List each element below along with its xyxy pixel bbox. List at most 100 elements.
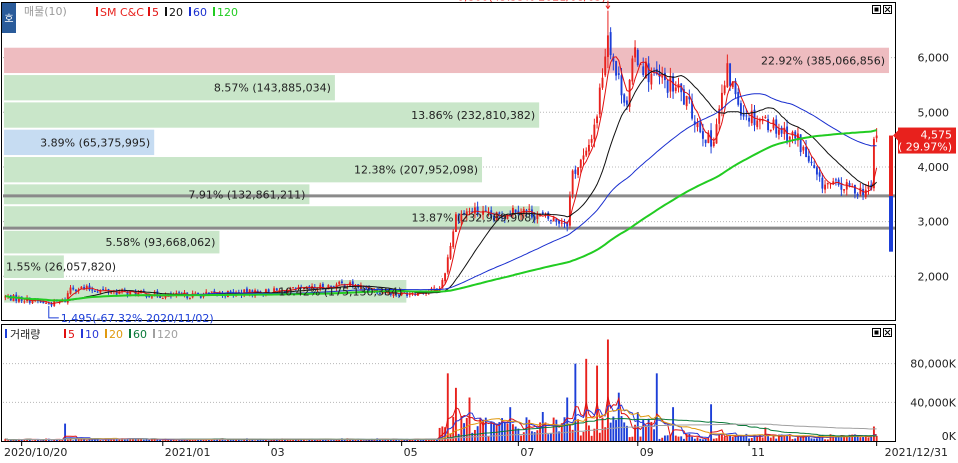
volume-bar — [175, 440, 178, 441]
volume-bar — [536, 430, 539, 441]
candle-body — [601, 77, 604, 88]
volume-bar — [767, 436, 770, 441]
candle-body — [805, 147, 808, 158]
volume-bar — [707, 438, 710, 441]
low-annotation: 1,495(-67.32% 2020/11/02) — [61, 312, 214, 325]
candle-body — [625, 100, 628, 105]
volume-bar — [574, 363, 577, 441]
candle-body — [636, 49, 639, 66]
volume-bar — [397, 440, 400, 441]
candle-body — [623, 94, 626, 103]
current-price-tag: 4,575 ( 29.97%) — [893, 127, 956, 154]
candle-body — [549, 219, 552, 221]
legend-item: 20 — [169, 6, 183, 19]
stock-chart-window: 22.92% (385,066,856) 8.57% (143,885,034) 1… — [0, 0, 958, 459]
candle-body — [799, 134, 802, 153]
volume-tick-label: 80,000K — [910, 358, 956, 371]
volume-bar — [66, 439, 69, 441]
candle-body — [433, 287, 436, 289]
volume-bar — [663, 435, 666, 441]
date-axis: 2020/10/20 2021/01 03 05 07 09 11 2021/12/31 — [4, 442, 948, 459]
date-label: 05 — [404, 446, 418, 459]
candle-body — [813, 165, 816, 169]
candle-body — [31, 301, 34, 304]
volume-bar — [39, 440, 42, 441]
volume-bar — [715, 438, 718, 441]
candle-body — [446, 257, 449, 273]
candle-body — [148, 296, 151, 298]
volume-bar — [628, 437, 631, 441]
volume-bar — [756, 436, 759, 441]
volume-bar — [305, 440, 308, 441]
volume-bar — [148, 439, 151, 441]
volume-bar — [555, 419, 558, 441]
volume-bar — [655, 373, 658, 441]
volume-bar — [520, 435, 523, 441]
volume-legend-item: 10 — [85, 328, 99, 341]
volume-bar — [156, 439, 159, 441]
volume-bar — [31, 440, 34, 441]
volume-bar — [748, 438, 751, 441]
candle-body — [579, 159, 582, 168]
candle-body — [80, 286, 83, 289]
date-label: 11 — [751, 446, 765, 459]
candle-body — [821, 177, 824, 189]
price-axis: 2,000 3,000 4,000 5,000 6,000 — [918, 52, 950, 284]
volume-tick-label: 40,000K — [910, 396, 956, 409]
volume-bar — [845, 437, 848, 441]
volume-bar — [85, 440, 88, 441]
volume-bar — [267, 440, 270, 441]
candle-body — [631, 58, 634, 82]
candle-body — [739, 103, 742, 116]
candle-body — [229, 291, 232, 293]
candle-body — [449, 245, 452, 259]
candle-body — [568, 195, 571, 226]
candle-body — [666, 80, 669, 93]
volume-bar — [696, 437, 699, 441]
volume-bar — [682, 438, 685, 441]
volume-bar — [639, 436, 642, 441]
price-tick-label: 5,000 — [918, 106, 950, 119]
volume-tick-label: 0K — [942, 430, 957, 443]
volume-profile-label: 22.92% (385,066,856) — [761, 54, 885, 67]
legend-item: 120 — [217, 6, 238, 19]
candle-body — [715, 124, 718, 144]
volume-bar — [701, 439, 704, 441]
candle-body — [102, 289, 105, 291]
candle-body — [726, 63, 729, 87]
candle-body — [93, 290, 96, 292]
volume-bar — [867, 437, 870, 441]
volume-bar — [435, 439, 438, 441]
volume-bar — [102, 440, 105, 441]
volume-bar — [248, 440, 251, 441]
candle-body — [642, 66, 645, 76]
candle-body — [615, 61, 618, 76]
candle-body — [604, 56, 607, 76]
volume-profile-label: 8.57% (143,885,034) — [214, 82, 331, 95]
volume-bar — [810, 438, 813, 441]
candle-body — [620, 75, 623, 96]
candle-body — [699, 122, 702, 133]
legend-item: SM C&C — [100, 6, 144, 19]
candle-body — [161, 297, 164, 299]
candle-body — [634, 47, 637, 58]
candle-body — [767, 119, 770, 131]
volume-bar — [487, 436, 490, 441]
volume-bar — [463, 423, 466, 441]
candle-body — [590, 138, 593, 143]
candle-body — [843, 189, 846, 191]
volume-bar — [813, 438, 816, 441]
candle-body — [617, 73, 620, 75]
date-label: 09 — [640, 446, 654, 459]
candle-body — [452, 231, 455, 247]
legend-marker — [148, 7, 150, 16]
volume-bar — [509, 407, 512, 441]
volume-legend-marker — [153, 329, 155, 338]
volume-bar — [826, 439, 829, 441]
volume-bar — [856, 436, 859, 441]
volume-bar — [332, 440, 335, 441]
date-label: 2021/12/31 — [885, 446, 948, 459]
volume-bar — [378, 439, 381, 441]
candle-body — [528, 208, 531, 210]
volume-bar — [161, 440, 164, 441]
